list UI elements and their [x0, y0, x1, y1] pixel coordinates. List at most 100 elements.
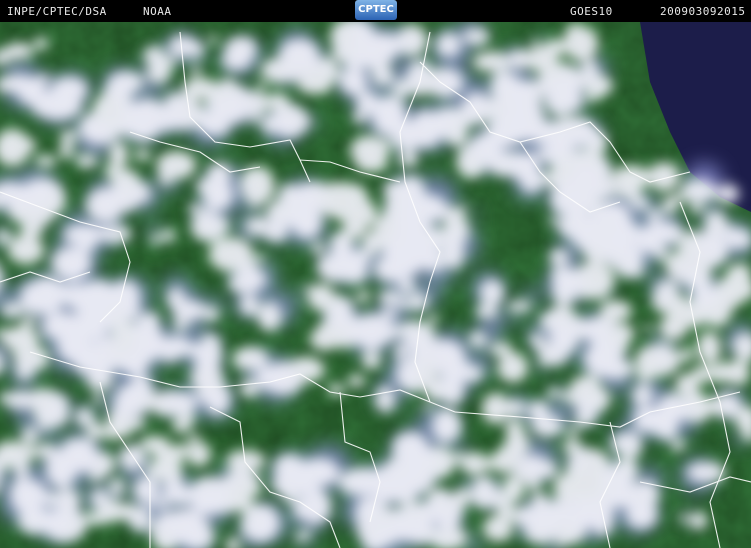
cloud-blob	[212, 238, 235, 257]
cloud-blob	[14, 462, 30, 478]
cloud-blob	[653, 246, 669, 260]
cloud-blob	[519, 124, 542, 142]
cloud-blob	[579, 176, 592, 189]
cloud-blob	[414, 113, 437, 128]
cloud-blob	[538, 358, 548, 367]
cloud-blob	[43, 491, 62, 508]
cloud-blob	[164, 464, 180, 478]
cloud-blob	[341, 73, 352, 82]
cloud-blob	[309, 331, 332, 349]
cloud-blob	[119, 445, 146, 471]
cloud-blob	[109, 478, 125, 497]
cloud-blob	[188, 202, 202, 215]
cloud-blob	[271, 77, 282, 85]
cloud-blob	[547, 116, 598, 148]
cloud-blob	[409, 331, 432, 358]
timestamp-label: 200903092015	[660, 5, 746, 18]
cloud-blob	[383, 242, 415, 268]
cloud-blob	[529, 332, 541, 344]
cloud-blob	[208, 34, 218, 45]
cloud-blob	[186, 442, 212, 467]
cloud-blob	[339, 67, 368, 96]
cloud-blob	[511, 113, 522, 126]
cloud-blob	[726, 263, 751, 286]
cloud-blob	[670, 439, 686, 452]
cloud-blob	[250, 269, 267, 289]
cloud-blob	[600, 323, 630, 359]
cloud-blob	[552, 87, 574, 109]
cloud-blob	[584, 74, 613, 97]
cloud-blob	[221, 50, 252, 71]
cloud-blob	[190, 507, 203, 518]
cloud-blob	[260, 57, 308, 83]
cloud-blob	[119, 198, 137, 212]
cloud-blob	[56, 247, 90, 282]
cloud-blob	[337, 251, 357, 266]
cloud-blob	[618, 431, 642, 460]
cloud-blob	[65, 78, 78, 92]
cloud-blob	[424, 459, 448, 478]
cloud-blob	[84, 511, 110, 525]
cloud-blob	[173, 319, 189, 331]
cloud-blob	[21, 426, 39, 444]
cloud-blob	[136, 101, 155, 117]
cloud-blob	[312, 289, 327, 306]
cloud-blob	[566, 426, 581, 437]
cloud-blob	[305, 363, 321, 380]
cloud-blob	[392, 515, 418, 538]
cloud-blob	[190, 211, 225, 242]
cloud-blob	[728, 228, 750, 246]
cloud-blob	[361, 350, 381, 370]
cloud-blob	[339, 262, 368, 284]
cloud-blob	[89, 467, 104, 483]
cloud-blob	[504, 419, 525, 436]
cloud-blob	[191, 64, 201, 77]
cloud-blob	[436, 32, 461, 58]
cloud-blob	[151, 232, 161, 246]
cloud-blob	[229, 464, 247, 481]
cloud-blob	[161, 229, 176, 243]
cloud-blob	[395, 493, 407, 504]
cloud-blob	[249, 194, 262, 209]
cloud-blob	[511, 79, 542, 116]
cloud-blob	[528, 478, 541, 492]
cloud-blob	[499, 66, 508, 74]
cloud-blob	[578, 278, 594, 295]
cloud-blob	[725, 359, 751, 386]
cloud-blob	[491, 447, 517, 474]
cloud-blob	[388, 476, 404, 490]
cloud-blob	[686, 462, 726, 483]
cloud-blob	[10, 476, 38, 513]
cloud-blob	[59, 130, 78, 144]
cloud-blob	[328, 182, 368, 210]
cloud-blob	[232, 346, 269, 371]
cloud-blob	[562, 439, 582, 454]
cloud-blob	[256, 365, 288, 390]
cloud-blob	[344, 47, 355, 58]
cloud-blob	[456, 531, 468, 545]
cloud-blob	[434, 230, 447, 242]
cloud-blob	[614, 243, 644, 278]
cloud-blob	[186, 342, 211, 358]
cloud-blob	[481, 392, 510, 424]
cloud-blob	[506, 399, 525, 417]
cloud-blob	[394, 342, 410, 358]
cloud-blob	[520, 169, 543, 193]
cloud-blob	[573, 260, 615, 300]
cloud-blob	[348, 374, 365, 388]
cloud-blob	[547, 517, 570, 531]
cloud-blob	[652, 352, 670, 369]
cloud-blob	[405, 433, 421, 446]
cloud-blob	[365, 98, 388, 115]
cloud-blob	[105, 164, 118, 180]
cloud-blob	[316, 56, 337, 79]
cloud-blob	[547, 305, 576, 326]
cloud-blob	[396, 25, 428, 57]
cloud-blob	[249, 112, 260, 124]
cloud-blob	[653, 423, 675, 438]
cloud-blob	[197, 518, 211, 527]
cloud-blob	[554, 535, 570, 548]
cloud-blob	[311, 241, 325, 255]
cloud-blob	[172, 417, 190, 434]
cloud-blob	[643, 324, 652, 332]
